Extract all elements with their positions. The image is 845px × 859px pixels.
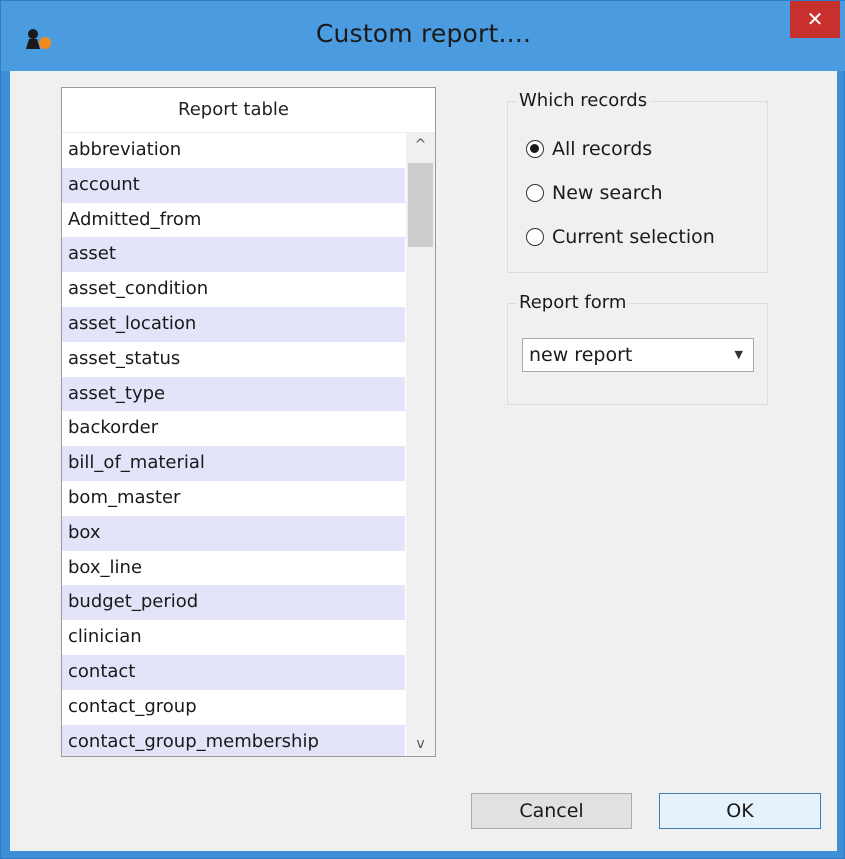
close-button[interactable]: ✕	[790, 1, 840, 38]
which-records-group: Which records All records New search Cur…	[507, 90, 768, 273]
radio-label: All records	[552, 138, 653, 160]
list-item[interactable]: asset_status	[62, 341, 405, 377]
list-item[interactable]: bill_of_material	[62, 446, 405, 481]
report-form-value: new report	[529, 344, 633, 366]
report-table-header[interactable]: Report table	[62, 88, 406, 133]
list-item[interactable]: backorder	[62, 411, 405, 447]
custom-report-window: Custom report.... ✕ Report table abbrevi…	[0, 0, 845, 859]
list-item[interactable]: asset_condition	[62, 272, 405, 307]
report-form-label: Report form	[516, 292, 630, 313]
list-header-corner	[405, 88, 435, 133]
list-item[interactable]: account	[62, 167, 405, 203]
list-item[interactable]: clinician	[62, 620, 405, 655]
list-item[interactable]: Admitted_from	[62, 202, 405, 238]
radio-icon[interactable]	[526, 228, 544, 246]
list-item[interactable]: contact_group	[62, 689, 405, 725]
dialog-body: Report table abbreviation account Admitt…	[10, 71, 837, 851]
cancel-button[interactable]: Cancel	[471, 793, 632, 829]
list-item[interactable]: asset	[62, 237, 405, 273]
radio-all-records[interactable]: All records	[526, 136, 652, 162]
report-table-list[interactable]: Report table abbreviation account Admitt…	[61, 87, 436, 757]
list-item[interactable]: abbreviation	[62, 133, 405, 168]
list-item[interactable]: contact	[62, 654, 405, 690]
chevron-down-icon[interactable]: ▼	[735, 339, 743, 371]
list-item[interactable]: bom_master	[62, 480, 405, 516]
which-records-label: Which records	[516, 90, 651, 111]
radio-icon[interactable]	[526, 184, 544, 202]
vertical-scrollbar[interactable]: ^ v	[406, 133, 435, 756]
window-title: Custom report....	[315, 19, 532, 48]
radio-current-selection[interactable]: Current selection	[526, 224, 715, 250]
list-item[interactable]: asset_location	[62, 306, 405, 342]
radio-new-search[interactable]: New search	[526, 180, 663, 206]
scroll-thumb[interactable]	[408, 163, 433, 247]
report-form-group: Report form new report ▼	[507, 292, 768, 405]
list-item[interactable]: box_line	[62, 550, 405, 586]
list-item[interactable]: box	[62, 515, 405, 551]
list-item[interactable]: contact_group_membership	[62, 724, 405, 756]
title-bar[interactable]: Custom report.... ✕	[1, 1, 845, 71]
ok-button[interactable]: OK	[659, 793, 821, 829]
list-item[interactable]: budget_period	[62, 585, 405, 621]
radio-label: New search	[552, 182, 663, 204]
radio-selected-icon[interactable]	[526, 140, 544, 158]
report-table-rows: abbreviation account Admitted_from asset…	[62, 133, 405, 756]
list-item[interactable]: asset_type	[62, 376, 405, 412]
scroll-up-icon[interactable]: ^	[406, 133, 435, 157]
scroll-down-icon[interactable]: v	[406, 732, 435, 756]
report-form-select[interactable]: new report ▼	[522, 338, 754, 372]
radio-label: Current selection	[552, 226, 715, 248]
